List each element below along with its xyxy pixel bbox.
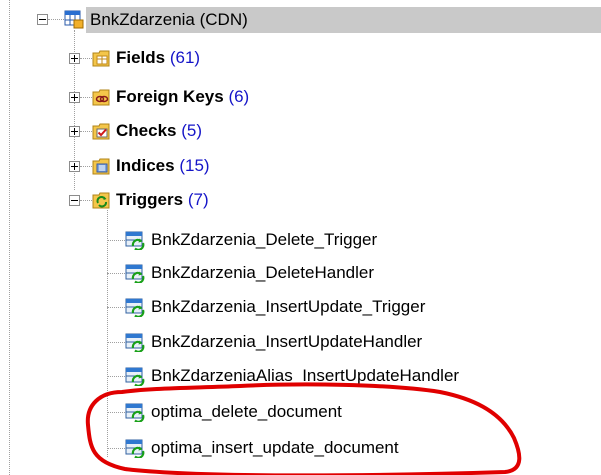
triggers-icon: [92, 192, 110, 209]
tree-guide-line: [48, 19, 64, 20]
foreign-keys-icon: [92, 89, 110, 106]
trigger-item[interactable]: optima_insert_update_document: [151, 437, 399, 459]
tree-guide-line: [107, 448, 125, 449]
tree-guide-line: [80, 58, 92, 59]
indices-expand-toggle[interactable]: [69, 161, 80, 172]
tree-guide-line: [80, 166, 92, 167]
checks-icon: [92, 123, 110, 140]
trigger-item[interactable]: BnkZdarzeniaAlias_InsertUpdateHandler: [151, 365, 459, 387]
fields-icon: [92, 50, 110, 67]
trigger-icon: [125, 332, 145, 353]
tree-item-checks[interactable]: Checks (5): [116, 120, 202, 142]
tree-view: BnkZdarzenia (CDN) Fields (61) Foreign K…: [0, 0, 601, 475]
group-count: (7): [187, 190, 209, 209]
root-collapse-toggle[interactable]: [37, 14, 48, 25]
trigger-item[interactable]: BnkZdarzenia_InsertUpdateHandler: [151, 331, 422, 353]
group-label: Checks: [116, 121, 177, 140]
checks-expand-toggle[interactable]: [69, 126, 80, 137]
group-count: (61): [169, 48, 201, 67]
trigger-item[interactable]: optima_delete_document: [151, 401, 342, 423]
group-label: Indices: [116, 156, 175, 175]
indices-icon: [92, 158, 110, 175]
group-label: Fields: [116, 48, 166, 67]
trigger-icon: [125, 402, 145, 423]
tree-guide-line: [107, 412, 125, 413]
group-count: (5): [181, 121, 202, 140]
tree-guide-line: [107, 210, 108, 457]
tree-item-fields[interactable]: Fields (61): [116, 47, 200, 69]
tree-item-indices[interactable]: Indices (15): [116, 155, 210, 177]
tree-guide-line: [107, 376, 125, 377]
tree-guide-line: [107, 342, 125, 343]
trigger-icon: [125, 366, 145, 387]
group-count: (6): [228, 87, 250, 106]
triggers-collapse-toggle[interactable]: [69, 195, 80, 206]
tree-guide-line: [107, 273, 125, 274]
fields-expand-toggle[interactable]: [69, 53, 80, 64]
trigger-icon: [125, 438, 145, 459]
tree-guide-line: [80, 200, 92, 201]
table-icon: [64, 10, 84, 29]
trigger-icon: [125, 263, 145, 284]
tree-guide-line: [80, 97, 92, 98]
tree-item-triggers[interactable]: Triggers (7): [116, 189, 209, 211]
root-node-label[interactable]: BnkZdarzenia (CDN): [90, 9, 248, 31]
tree-item-foreign-keys[interactable]: Foreign Keys (6): [116, 86, 249, 108]
group-label: Triggers: [116, 190, 184, 209]
tree-guide-line: [80, 131, 92, 132]
trigger-icon: [125, 297, 145, 318]
group-count: (15): [179, 156, 210, 175]
tree-guide-line: [9, 0, 10, 475]
trigger-item[interactable]: BnkZdarzenia_DeleteHandler: [151, 262, 374, 284]
tree-guide-line: [107, 240, 125, 241]
foreign-keys-expand-toggle[interactable]: [69, 92, 80, 103]
trigger-icon: [125, 230, 145, 251]
trigger-item[interactable]: BnkZdarzenia_Delete_Trigger: [151, 229, 377, 251]
trigger-item[interactable]: BnkZdarzenia_InsertUpdate_Trigger: [151, 296, 425, 318]
group-label: Foreign Keys: [116, 87, 224, 106]
tree-guide-line: [107, 307, 125, 308]
